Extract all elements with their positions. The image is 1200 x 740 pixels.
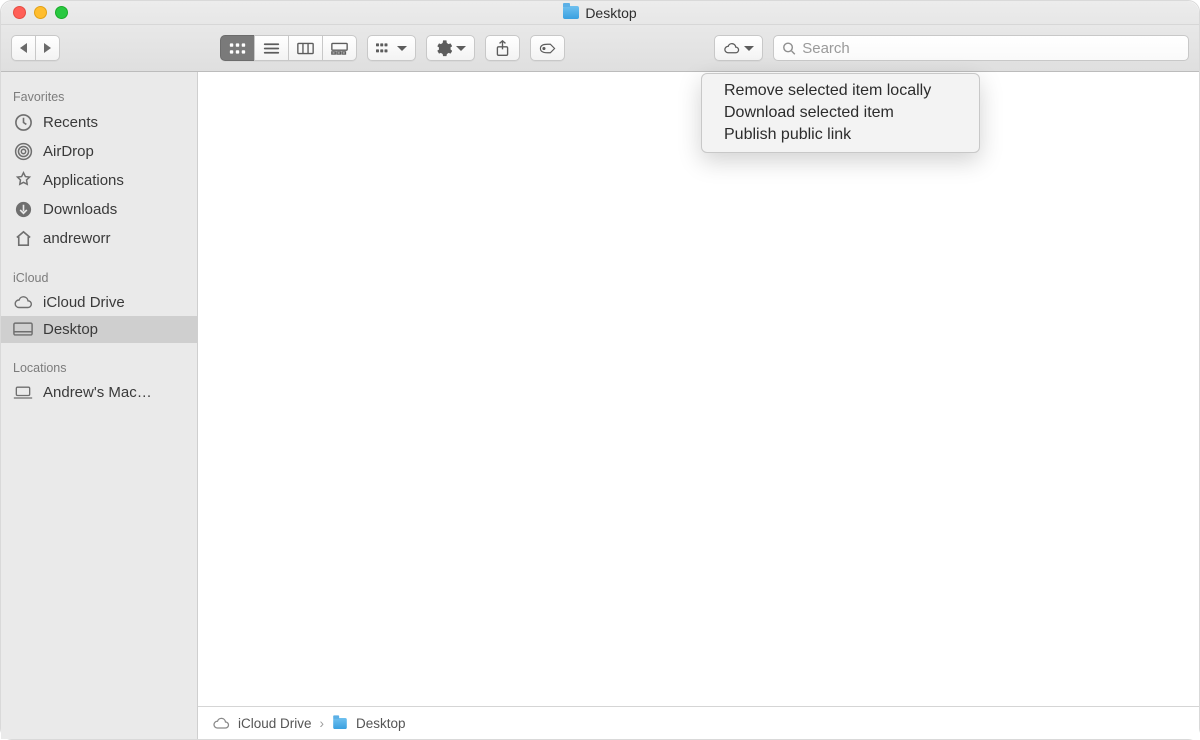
clock-icon [13,113,33,132]
laptop-icon [13,386,33,400]
sidebar-item-applications[interactable]: Applications [1,166,197,195]
view-icons-button[interactable] [220,35,254,61]
grid-group-icon [376,40,393,57]
download-circle-icon [13,200,33,219]
columns-icon [297,40,314,57]
cloud-icon [723,40,740,57]
folder-icon [333,717,347,728]
sidebar-item-label: Desktop [43,321,98,338]
sidebar-item-airdrop[interactable]: AirDrop [1,137,197,166]
chevron-down-icon [456,46,466,51]
folder-icon [563,6,579,19]
content-area[interactable] [198,72,1199,706]
sidebar-section-icloud: iCloud iCloud Drive Desktop [1,267,197,343]
sidebar-item-label: Recents [43,114,98,131]
sidebar-item-home[interactable]: andreworr [1,224,197,253]
sidebar-item-label: andreworr [43,230,111,247]
menu-item-publish-link[interactable]: Publish public link [702,124,979,146]
tag-icon [539,40,556,57]
airdrop-icon [13,142,33,161]
sidebar-item-label: Applications [43,172,124,189]
toolbar [1,25,1199,72]
sidebar-section-label: iCloud [1,267,197,289]
share-icon [494,40,511,57]
path-separator: › [320,716,325,731]
tags-button[interactable] [530,35,565,61]
arrange-button[interactable] [367,35,416,61]
sidebar-item-recents[interactable]: Recents [1,108,197,137]
action-button[interactable] [426,35,475,61]
window-controls [13,6,68,19]
titlebar: Desktop [1,1,1199,25]
view-gallery-button[interactable] [322,35,357,61]
search-icon [782,41,796,56]
minimize-window-button[interactable] [34,6,47,19]
sidebar-section-locations: Locations Andrew's Mac… [1,357,197,406]
chevron-down-icon [744,46,754,51]
search-input[interactable] [802,40,1180,57]
grid-icon [229,40,246,57]
desktop-icon [13,322,33,337]
forward-button[interactable] [35,35,60,61]
view-columns-button[interactable] [288,35,322,61]
menu-item-download[interactable]: Download selected item [702,102,979,124]
list-icon [263,40,280,57]
search-field[interactable] [773,35,1189,61]
window-title-text: Desktop [585,5,636,21]
gallery-icon [331,40,348,57]
path-bar: iCloud Drive › Desktop [198,706,1199,739]
sidebar-item-label: Downloads [43,201,117,218]
chevron-right-icon [44,43,51,53]
sidebar: Favorites Recents AirDrop Applications [1,72,198,739]
sidebar-section-label: Favorites [1,86,197,108]
sidebar-item-label: AirDrop [43,143,94,160]
view-list-button[interactable] [254,35,288,61]
chevron-left-icon [20,43,27,53]
sidebar-item-downloads[interactable]: Downloads [1,195,197,224]
applications-icon [13,171,33,190]
main-pane: iCloud Drive › Desktop [198,72,1199,739]
window-title: Desktop [563,5,636,21]
window-body: Favorites Recents AirDrop Applications [1,72,1199,739]
sidebar-item-desktop[interactable]: Desktop [1,316,197,343]
sidebar-section-label: Locations [1,357,197,379]
path-segment[interactable]: iCloud Drive [238,716,312,731]
cloud-icon [13,295,33,310]
icloud-actions-menu: Remove selected item locally Download se… [701,73,980,153]
chevron-down-icon [397,46,407,51]
icloud-actions-button[interactable] [714,35,763,61]
fullscreen-window-button[interactable] [55,6,68,19]
back-button[interactable] [11,35,35,61]
path-segment[interactable]: Desktop [356,716,406,731]
sidebar-item-icloud-drive[interactable]: iCloud Drive [1,289,197,316]
share-button[interactable] [485,35,520,61]
view-switcher [220,35,357,61]
close-window-button[interactable] [13,6,26,19]
sidebar-item-label: iCloud Drive [43,294,125,311]
sidebar-section-favorites: Favorites Recents AirDrop Applications [1,86,197,253]
sidebar-item-label: Andrew's Mac… [43,384,152,401]
gear-icon [435,40,452,57]
nav-buttons [11,35,60,61]
sidebar-item-this-mac[interactable]: Andrew's Mac… [1,379,197,406]
menu-item-remove-local[interactable]: Remove selected item locally [702,80,979,102]
cloud-icon [212,717,230,730]
home-icon [13,229,33,248]
